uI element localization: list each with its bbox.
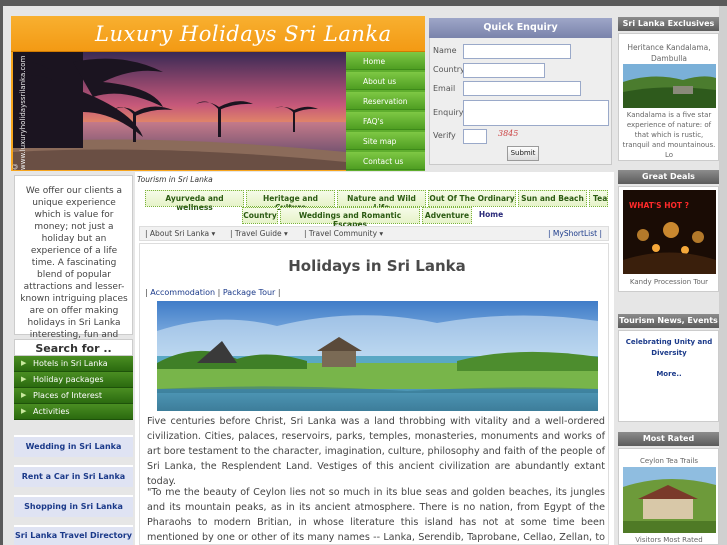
search-item-places[interactable]: ▶ Places of Interest — [14, 388, 133, 404]
submit-button[interactable]: Submit — [507, 146, 539, 161]
tab-heritage[interactable]: Heritage and Culture — [246, 190, 335, 212]
tab-country[interactable]: Country — [242, 207, 278, 224]
most-rated-title: Most Rated — [618, 432, 719, 446]
email-label: Email — [433, 84, 456, 93]
banner-sunset-photo — [13, 52, 346, 170]
travel-directory-link[interactable]: Sri Lanka Travel Directory — [14, 525, 133, 545]
kandalama-photo[interactable] — [623, 64, 716, 108]
great-deals-title: Great Deals — [618, 170, 719, 184]
shopping-link[interactable]: Shopping in Sri Lanka — [14, 495, 133, 517]
my-shortlist-link[interactable]: | MyShortList | — [548, 229, 602, 238]
quote-paragraph: "To me the beauty of Ceylon lies not so … — [147, 487, 605, 543]
accommodation-link[interactable]: Accommodation — [150, 288, 215, 297]
verify-input[interactable] — [463, 129, 487, 144]
nav-faq[interactable]: FAQ's — [346, 112, 425, 130]
great-deals-caption[interactable]: Kandy Procession Tour — [622, 278, 716, 286]
banner-watermark: © www.luxuryholidayssrilanka.com — [11, 55, 27, 170]
subnav-travel-guide[interactable]: | Travel Guide ▾ — [230, 229, 288, 238]
search-item-activities[interactable]: ▶ Activities — [14, 404, 133, 420]
subnav-label: About Sri Lanka — [149, 229, 210, 238]
news-headline[interactable]: Celebrating Unity and Diversity — [622, 337, 716, 359]
news-title: Tourism News, Events — [618, 314, 719, 328]
dropdown-icon: ▾ — [211, 229, 216, 238]
tab-tea[interactable]: Tea — [589, 190, 608, 207]
quick-enquiry-title: Quick Enquiry — [429, 18, 612, 38]
tab-weddings[interactable]: Weddings and Romantic Escapes — [280, 207, 420, 229]
nav-contact-us[interactable]: Contact us — [346, 152, 425, 170]
search-item-label: Holiday packages — [33, 375, 104, 384]
nav-about-us[interactable]: About us — [346, 72, 425, 90]
exclusives-title: Sri Lanka Exclusives — [618, 17, 719, 31]
tab-out-of-ordinary[interactable]: Out Of The Ordinary — [428, 190, 516, 207]
site-logo[interactable]: Luxury Holidays Sri Lanka — [95, 22, 392, 46]
search-item-holiday-packages[interactable]: ▶ Holiday packages — [14, 372, 133, 388]
enquiry-label: Enquiry — [433, 108, 464, 117]
intro-paragraph: Five centuries before Christ, Sri Lanka … — [147, 416, 605, 487]
tab-ayurveda[interactable]: Ayurveda and wellness — [145, 190, 244, 212]
search-item-label: Hotels in Sri Lanka — [33, 359, 108, 368]
subnav-label: Travel Community — [308, 229, 378, 238]
nav-home[interactable]: Home — [346, 52, 425, 70]
name-input[interactable] — [463, 44, 571, 59]
search-title: Search for .. — [14, 339, 133, 356]
tab-adventure[interactable]: Adventure — [422, 207, 472, 224]
breadcrumb[interactable]: Tourism in Sri Lanka — [137, 175, 213, 184]
tab-nature[interactable]: Nature and Wild Life — [337, 190, 426, 212]
rent-a-car-link[interactable]: Rent a Car in Sri Lanka — [14, 465, 133, 487]
content-links: | Accommodation | Package Tour | — [145, 288, 281, 297]
page-title: Holidays in Sri Lanka — [288, 257, 466, 275]
country-label: Country — [433, 65, 465, 74]
enquiry-textarea[interactable] — [463, 100, 609, 126]
arrow-icon: ▶ — [21, 375, 27, 383]
main-nav: Home About us Reservation FAQ's Site map… — [346, 52, 425, 171]
lagoon-photo — [157, 301, 598, 411]
whats-hot-badge: WHAT'S HOT ? — [629, 201, 689, 210]
arrow-icon: ▶ — [21, 407, 27, 415]
captcha-image: 3845 — [494, 127, 532, 143]
most-rated-caption: Visitors Most Rated Property — [635, 536, 703, 545]
package-tour-link[interactable]: Package Tour — [223, 288, 275, 297]
tab-home[interactable]: Home — [474, 207, 508, 224]
search-item-label: Activities — [33, 407, 70, 416]
tea-trails-photo[interactable] — [623, 467, 716, 533]
search-item-label: Places of Interest — [33, 391, 103, 400]
nav-reservation[interactable]: Reservation — [346, 92, 425, 110]
subnav-travel-community[interactable]: | Travel Community ▾ — [304, 229, 383, 238]
verify-label: Verify — [433, 131, 456, 140]
scrollbar[interactable] — [719, 6, 727, 545]
subnav-label: Travel Guide — [234, 229, 282, 238]
arrow-icon: ▶ — [21, 359, 27, 367]
exclusives-hotel-name[interactable]: Heritance Kandalama, Dambulla — [622, 42, 716, 64]
exclusives-description: Kandalama is a five star experience of n… — [622, 111, 716, 159]
most-rated-name[interactable]: Ceylon Tea Trails — [622, 457, 716, 465]
arrow-icon: ▶ — [21, 391, 27, 399]
intro-text: We offer our clients a unique experience… — [20, 186, 128, 352]
country-input[interactable] — [463, 63, 545, 78]
news-more-link[interactable]: More.. — [622, 370, 716, 378]
tab-sun-beach[interactable]: Sun and Beach — [518, 190, 587, 207]
search-item-hotels[interactable]: ▶ Hotels in Sri Lanka — [14, 356, 133, 372]
name-label: Name — [433, 46, 457, 55]
subnav-about-sri-lanka[interactable]: | About Sri Lanka ▾ — [145, 229, 215, 238]
dropdown-icon: ▾ — [379, 229, 384, 238]
wedding-link[interactable]: Wedding in Sri Lanka — [14, 435, 133, 457]
dropdown-icon: ▾ — [284, 229, 288, 238]
nav-site-map[interactable]: Site map — [346, 132, 425, 150]
email-input[interactable] — [463, 81, 581, 96]
